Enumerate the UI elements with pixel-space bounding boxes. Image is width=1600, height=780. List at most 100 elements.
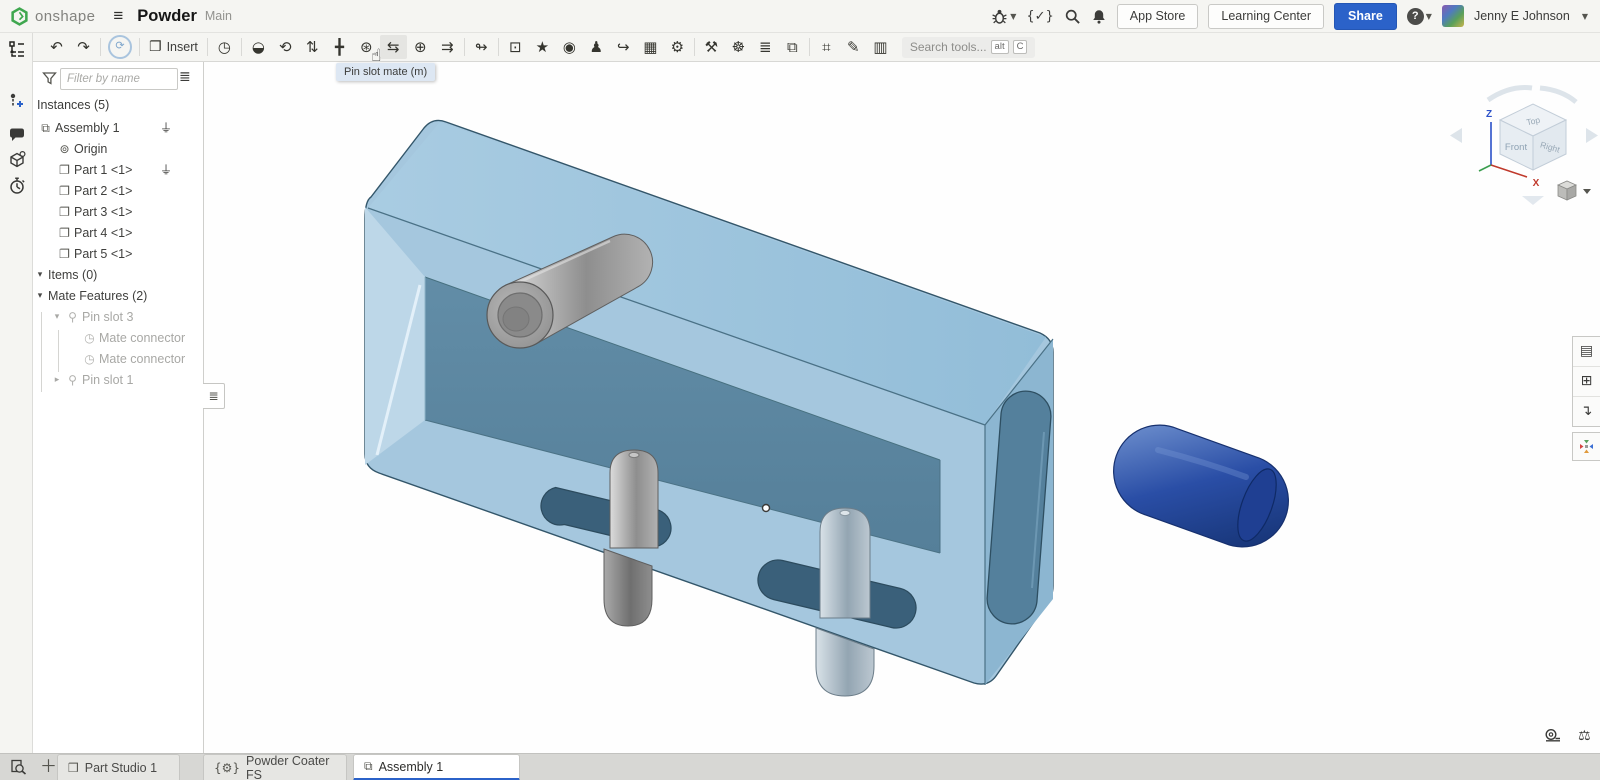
app-store-button[interactable]: App Store bbox=[1117, 4, 1199, 29]
chevron-down-icon[interactable]: ▾ bbox=[33, 265, 47, 286]
tree-item-items-section[interactable]: ▾Items (0) bbox=[33, 265, 203, 286]
center-pin-part[interactable] bbox=[604, 450, 658, 626]
tab-powder-coater-fs[interactable]: {⚙}Powder Coater FS bbox=[203, 754, 347, 780]
parallel-mate-icon[interactable]: ⇉ bbox=[434, 35, 461, 59]
insert-mate-connector-icon[interactable] bbox=[7, 91, 27, 111]
redo-icon[interactable]: ↷ bbox=[70, 35, 97, 59]
tree-item-label: Pin slot 3 bbox=[82, 307, 133, 328]
share-button[interactable]: Share bbox=[1334, 3, 1397, 30]
sync-icon[interactable]: ⟳ bbox=[108, 35, 132, 59]
assembly-3d-scene: Top Front Right Z X bbox=[204, 62, 1600, 753]
mate-relation-icon[interactable]: ↬ bbox=[468, 35, 495, 59]
pattern-icon[interactable]: ≣ bbox=[752, 35, 779, 59]
tree-item-part-3[interactable]: ❐Part 3 <1> bbox=[33, 202, 203, 223]
display-configurations-icon[interactable]: ⊞ bbox=[1573, 367, 1600, 397]
rotate-down-arrow-icon[interactable] bbox=[1522, 196, 1544, 205]
ball-mate-icon[interactable]: ⊕ bbox=[407, 35, 434, 59]
capsule-part[interactable] bbox=[1114, 425, 1289, 547]
learning-center-button[interactable]: Learning Center bbox=[1208, 4, 1324, 29]
filter-input[interactable] bbox=[60, 68, 178, 90]
tab-part-studio-1[interactable]: ❒Part Studio 1 bbox=[57, 754, 180, 780]
search-button[interactable] bbox=[1064, 8, 1081, 25]
user-name[interactable]: Jenny E Johnson bbox=[1474, 9, 1570, 23]
tree-item-assembly-1[interactable]: ⧉Assembly 1⏚ bbox=[33, 118, 203, 139]
help-menu[interactable]: ? ▼ bbox=[1407, 8, 1432, 25]
tree-item-part-1[interactable]: ❐Part 1 <1>⏚ bbox=[33, 160, 203, 181]
animate-icon[interactable]: ◷ bbox=[211, 35, 238, 59]
avatar[interactable] bbox=[1442, 5, 1464, 27]
slider-mate-icon[interactable]: ⇅ bbox=[299, 35, 326, 59]
assembly-1-tab-icon: ⧉ bbox=[364, 759, 373, 774]
mass-properties-icon[interactable]: ⚖ bbox=[1578, 728, 1591, 744]
pin-slot-mate-icon[interactable]: ⇆ bbox=[380, 35, 407, 59]
box-part[interactable] bbox=[365, 120, 1053, 685]
comments-icon[interactable] bbox=[7, 125, 27, 145]
tree-item-part-4[interactable]: ❐Part 4 <1> bbox=[33, 223, 203, 244]
tape-measure-icon[interactable] bbox=[1544, 728, 1561, 748]
onshape-logo[interactable]: onshape bbox=[10, 7, 95, 26]
chevron-down-icon[interactable]: ▾ bbox=[50, 307, 64, 328]
feature-script-icon[interactable]: {✓} bbox=[1026, 9, 1053, 24]
main-menu-icon[interactable]: ≡ bbox=[113, 6, 123, 26]
chevron-right-icon[interactable]: ▸ bbox=[50, 370, 64, 391]
powder-coater-fs-tab-icon: {⚙} bbox=[214, 761, 240, 775]
history-icon[interactable] bbox=[7, 176, 27, 196]
origin-marker[interactable] bbox=[763, 505, 770, 512]
right-pin-part[interactable] bbox=[816, 508, 874, 696]
key-alt: alt bbox=[991, 40, 1009, 54]
revolute-mate-icon[interactable]: ⟲ bbox=[272, 35, 299, 59]
mate-connector-icon[interactable]: ★ bbox=[529, 35, 556, 59]
tree-item-part-2[interactable]: ❐Part 2 <1> bbox=[33, 181, 203, 202]
group-icon[interactable]: ⊡ bbox=[502, 35, 529, 59]
select-part-icon[interactable]: ◉ bbox=[556, 35, 583, 59]
planar-mate-icon[interactable]: ╋ bbox=[326, 35, 353, 59]
tab-label: Part Studio 1 bbox=[85, 761, 157, 775]
rack-pinion-icon[interactable]: ☸ bbox=[725, 35, 752, 59]
named-positions-icon[interactable]: ♟ bbox=[583, 35, 610, 59]
tree-item-origin[interactable]: ⊚Origin bbox=[33, 139, 203, 160]
add-tab-button[interactable]: ＋ bbox=[40, 754, 57, 780]
filter-icon[interactable] bbox=[42, 71, 57, 91]
origin-icon: ⊚ bbox=[56, 139, 73, 160]
notifications-button[interactable] bbox=[1091, 8, 1107, 25]
tab-assembly-1[interactable]: ⧉Assembly 1 bbox=[353, 754, 520, 780]
display-mode-button[interactable] bbox=[1558, 181, 1591, 200]
parts-icon[interactable] bbox=[7, 150, 27, 170]
search-tools-box[interactable]: Search tools... alt C bbox=[902, 37, 1036, 58]
view-cube-front-label[interactable]: Front bbox=[1505, 142, 1528, 153]
rotate-right-arrow-icon[interactable] bbox=[1586, 128, 1598, 143]
insert-button[interactable]: ❐Insert bbox=[143, 35, 204, 59]
bom-icon[interactable]: ▥ bbox=[867, 35, 894, 59]
bell-icon bbox=[1091, 8, 1107, 25]
toolbar-icons: ↶↷⟳❐Insert◷◒⟲⇅╋⊛⇆⊕⇉↬⊡★◉♟↪▦⚙⚒☸≣⧉⌗✎▥ bbox=[43, 35, 894, 59]
bom-table-icon[interactable]: ▤ bbox=[1573, 337, 1600, 367]
assembly-icon: ⧉ bbox=[37, 118, 54, 139]
edit-feature-icon[interactable]: ⚙ bbox=[664, 35, 691, 59]
model-viewport[interactable]: Top Front Right Z X bbox=[204, 62, 1600, 753]
tree-item-pin-slot-1[interactable]: ▸⚲Pin slot 1 bbox=[33, 370, 203, 391]
drawing-icon[interactable]: ✎ bbox=[840, 35, 867, 59]
replicate-icon[interactable]: ⧉ bbox=[779, 35, 806, 59]
assembly-structure-icon[interactable] bbox=[7, 39, 27, 59]
tree-guide-line bbox=[58, 330, 59, 372]
report-bug-button[interactable]: ▼ bbox=[991, 8, 1016, 25]
exploded-view-icon[interactable]: ⌗ bbox=[813, 35, 840, 59]
named-views-panel-tab[interactable] bbox=[1572, 432, 1600, 461]
tree-item-part-5[interactable]: ❐Part 5 <1> bbox=[33, 244, 203, 265]
undo-icon[interactable]: ↶ bbox=[43, 35, 70, 59]
sidebar-collapse-handle[interactable]: ≣ bbox=[203, 383, 225, 409]
edit-in-context-icon[interactable]: ↴ bbox=[1573, 397, 1600, 426]
transform-icon[interactable]: ↪ bbox=[610, 35, 637, 59]
display-states-icon[interactable]: ▦ bbox=[637, 35, 664, 59]
tree-item-pin-slot-3[interactable]: ▾⚲Pin slot 3 bbox=[33, 307, 203, 328]
workspace-name[interactable]: Main bbox=[205, 9, 232, 23]
tree-item-mate-features-section[interactable]: ▾Mate Features (2) bbox=[33, 286, 203, 307]
fastened-mate-icon[interactable]: ◒ bbox=[245, 35, 272, 59]
document-title[interactable]: Powder bbox=[137, 7, 197, 26]
chevron-down-icon[interactable]: ▾ bbox=[33, 286, 47, 307]
search-tabs-icon[interactable] bbox=[10, 759, 27, 780]
rotate-left-arrow-icon[interactable] bbox=[1450, 128, 1462, 143]
gear-relation-icon[interactable]: ⚒ bbox=[698, 35, 725, 59]
list-view-icon[interactable]: ≣ bbox=[179, 69, 191, 85]
chevron-down-icon[interactable]: ▼ bbox=[1582, 12, 1588, 21]
